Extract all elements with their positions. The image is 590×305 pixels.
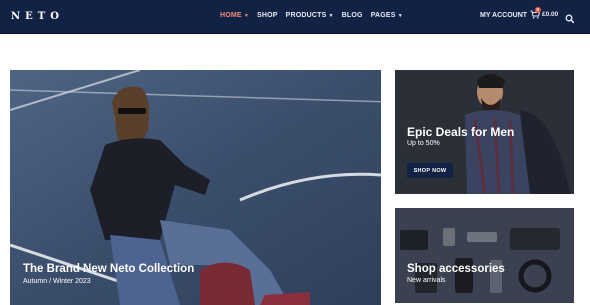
promo-men-title: Epic Deals for Men: [407, 125, 515, 139]
promo-accessories-title: Shop accessories: [407, 263, 505, 275]
hero-subtitle: Autumn / Winter 2023: [23, 278, 91, 285]
promo-men-banner[interactable]: Epic Deals for Men Up to 50% SHOP NOW: [395, 70, 574, 194]
caret-down-icon: ▼: [243, 12, 249, 19]
nav-item-label: PAGES: [370, 12, 396, 19]
my-account-link[interactable]: MY ACCOUNT: [480, 12, 527, 19]
nav-item-products[interactable]: PRODUCTS ▼: [286, 12, 334, 19]
cart-icon: 0: [530, 7, 541, 19]
nav-item-label: BLOG: [341, 12, 363, 19]
nav-item-label: PRODUCTS: [285, 12, 327, 19]
promo-accessories-subtitle: New arrivals: [407, 277, 446, 284]
nav-item-pages[interactable]: PAGES ▼: [371, 12, 403, 19]
cart-button[interactable]: 0 £0.00: [530, 7, 559, 19]
promo-accessories-image: [395, 208, 574, 303]
cart-count-badge: 0: [535, 7, 541, 13]
main-nav: HOME ▼ SHOP PRODUCTS ▼ BLOG PAGES ▼: [220, 12, 411, 19]
hero-banner[interactable]: The Brand New Neto Collection Autumn / W…: [10, 70, 381, 305]
shop-now-button[interactable]: SHOP NOW: [407, 163, 453, 178]
promo-accessories-banner[interactable]: Shop accessories New arrivals: [395, 208, 574, 303]
nav-item-label: HOME: [220, 12, 242, 19]
hero-title[interactable]: The Brand New Neto Collection: [23, 263, 194, 275]
cart-total: £0.00: [542, 11, 559, 18]
site-logo[interactable]: NETO: [11, 11, 64, 22]
nav-item-shop[interactable]: SHOP: [257, 12, 278, 19]
nav-item-blog[interactable]: BLOG: [342, 12, 363, 19]
hero-caption: The Brand New Neto Collection Autumn / W…: [23, 263, 194, 285]
caret-down-icon: ▼: [397, 12, 403, 19]
nav-item-label: SHOP: [256, 12, 278, 19]
search-icon[interactable]: [565, 11, 575, 24]
nav-item-home[interactable]: HOME ▼: [220, 12, 249, 19]
promo-men-subtitle: Up to 50%: [407, 140, 440, 147]
caret-down-icon: ▼: [328, 12, 334, 19]
top-navigation-bar: NETO HOME ▼ SHOP PRODUCTS ▼ BLOG PAGES ▼…: [0, 0, 590, 34]
